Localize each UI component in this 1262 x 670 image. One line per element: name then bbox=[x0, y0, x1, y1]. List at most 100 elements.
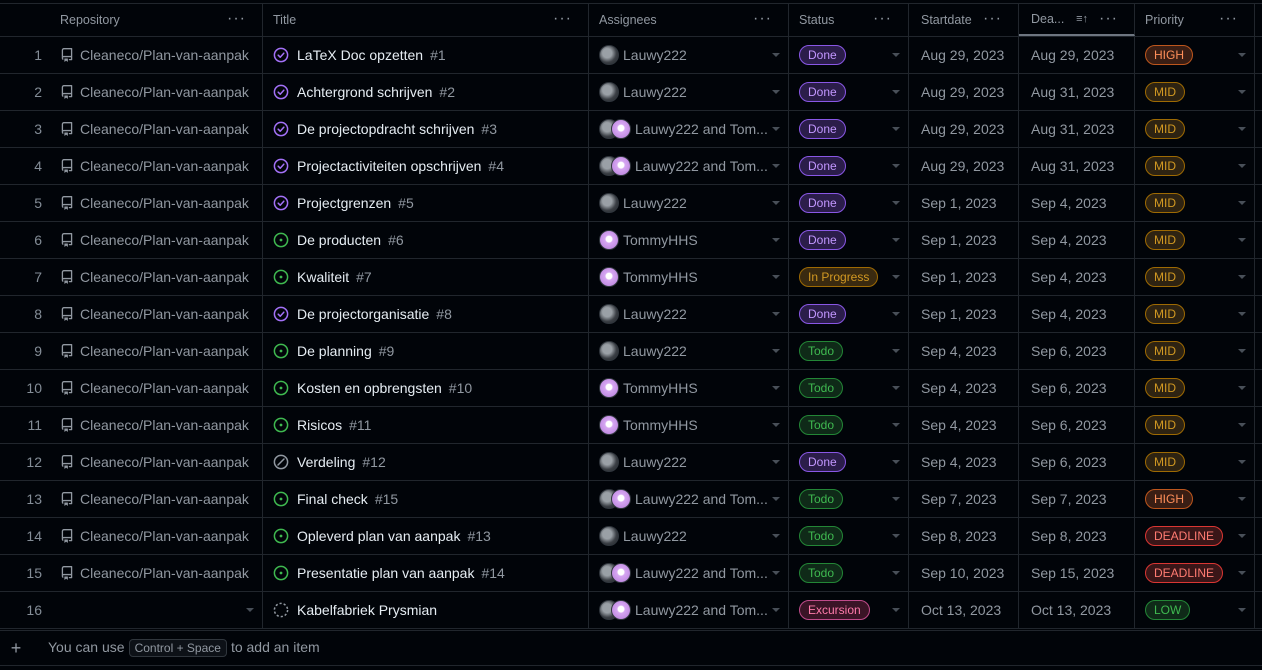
chevron-down-icon[interactable] bbox=[892, 312, 900, 316]
chevron-down-icon[interactable] bbox=[892, 571, 900, 575]
table-row[interactable]: 2 Cleaneco/Plan-van-aanpak Achtergrond sch… bbox=[0, 74, 1262, 111]
issue-title[interactable]: Projectgrenzen bbox=[297, 195, 391, 211]
chevron-down-icon[interactable] bbox=[772, 201, 780, 205]
deadline-cell[interactable]: Aug 29, 2023 bbox=[1019, 37, 1135, 73]
plus-icon[interactable]: + bbox=[6, 638, 26, 659]
title-cell[interactable]: Kosten en opbrengsten #10 bbox=[263, 370, 589, 406]
issue-title[interactable]: Opleverd plan van aanpak bbox=[297, 528, 460, 544]
chevron-down-icon[interactable] bbox=[892, 423, 900, 427]
issue-title[interactable]: Kabelfabriek Prysmian bbox=[297, 602, 437, 618]
table-row[interactable]: 16 Kabelfabriek Prysmian Lauwy222 and Tom.… bbox=[0, 592, 1262, 629]
priority-cell[interactable]: MID bbox=[1135, 111, 1255, 147]
priority-cell[interactable]: MID bbox=[1135, 333, 1255, 369]
assignees-cell[interactable]: Lauwy222 bbox=[589, 185, 789, 221]
priority-cell[interactable]: MID bbox=[1135, 222, 1255, 258]
chevron-down-icon[interactable] bbox=[772, 275, 780, 279]
status-cell[interactable]: Done bbox=[789, 222, 909, 258]
status-cell[interactable]: Todo bbox=[789, 518, 909, 554]
startdate-cell[interactable]: Sep 1, 2023 bbox=[909, 296, 1019, 332]
title-cell[interactable]: De projectorganisatie #8 bbox=[263, 296, 589, 332]
priority-cell[interactable]: LOW bbox=[1135, 592, 1255, 628]
repository-cell[interactable]: Cleaneco/Plan-van-aanpak bbox=[48, 148, 263, 184]
table-row[interactable]: 8 Cleaneco/Plan-van-aanpak De projectorgan… bbox=[0, 296, 1262, 333]
title-cell[interactable]: De planning #9 bbox=[263, 333, 589, 369]
startdate-cell[interactable]: Aug 29, 2023 bbox=[909, 148, 1019, 184]
header-deadline[interactable]: Dea... ≡↑ ··· bbox=[1019, 4, 1135, 36]
chevron-down-icon[interactable] bbox=[892, 386, 900, 390]
table-row[interactable]: 15 Cleaneco/Plan-van-aanpak Presentatie pl… bbox=[0, 555, 1262, 592]
status-cell[interactable]: Done bbox=[789, 74, 909, 110]
status-cell[interactable]: Todo bbox=[789, 333, 909, 369]
table-row[interactable]: 1 Cleaneco/Plan-van-aanpak LaTeX Doc opzet… bbox=[0, 37, 1262, 74]
deadline-cell[interactable]: Sep 4, 2023 bbox=[1019, 259, 1135, 295]
repository-cell[interactable]: Cleaneco/Plan-van-aanpak bbox=[48, 370, 263, 406]
deadline-cell[interactable]: Sep 6, 2023 bbox=[1019, 370, 1135, 406]
deadline-cell[interactable]: Sep 7, 2023 bbox=[1019, 481, 1135, 517]
status-cell[interactable]: Done bbox=[789, 444, 909, 480]
repository-cell[interactable]: Cleaneco/Plan-van-aanpak bbox=[48, 481, 263, 517]
startdate-cell[interactable]: Sep 10, 2023 bbox=[909, 555, 1019, 591]
startdate-cell[interactable]: Sep 8, 2023 bbox=[909, 518, 1019, 554]
chevron-down-icon[interactable] bbox=[892, 460, 900, 464]
column-menu-icon[interactable]: ··· bbox=[1099, 11, 1118, 27]
assignees-cell[interactable]: Lauwy222 bbox=[589, 333, 789, 369]
chevron-down-icon[interactable] bbox=[772, 534, 780, 538]
assignees-cell[interactable]: TommyHHS bbox=[589, 222, 789, 258]
priority-cell[interactable]: MID bbox=[1135, 296, 1255, 332]
chevron-down-icon[interactable] bbox=[772, 90, 780, 94]
status-cell[interactable]: Excursion bbox=[789, 592, 909, 628]
chevron-down-icon[interactable] bbox=[892, 497, 900, 501]
priority-cell[interactable]: DEADLINE bbox=[1135, 555, 1255, 591]
table-row[interactable]: 11 Cleaneco/Plan-van-aanpak Risicos #11 Tomm… bbox=[0, 407, 1262, 444]
repository-cell[interactable]: Cleaneco/Plan-van-aanpak bbox=[48, 259, 263, 295]
table-row[interactable]: 4 Cleaneco/Plan-van-aanpak Projectactivite… bbox=[0, 148, 1262, 185]
chevron-down-icon[interactable] bbox=[772, 164, 780, 168]
chevron-down-icon[interactable] bbox=[772, 460, 780, 464]
table-row[interactable]: 9 Cleaneco/Plan-van-aanpak De planning #9 La… bbox=[0, 333, 1262, 370]
priority-cell[interactable]: MID bbox=[1135, 185, 1255, 221]
startdate-cell[interactable]: Aug 29, 2023 bbox=[909, 37, 1019, 73]
deadline-cell[interactable]: Oct 13, 2023 bbox=[1019, 592, 1135, 628]
deadline-cell[interactable]: Aug 31, 2023 bbox=[1019, 148, 1135, 184]
chevron-down-icon[interactable] bbox=[1238, 275, 1246, 279]
title-cell[interactable]: Kwaliteit #7 bbox=[263, 259, 589, 295]
priority-cell[interactable]: MID bbox=[1135, 407, 1255, 443]
column-menu-icon[interactable]: ··· bbox=[553, 11, 572, 27]
chevron-down-icon[interactable] bbox=[1238, 386, 1246, 390]
chevron-down-icon[interactable] bbox=[1238, 90, 1246, 94]
table-row[interactable]: 13 Cleaneco/Plan-van-aanpak Final check #15… bbox=[0, 481, 1262, 518]
column-menu-icon[interactable]: ··· bbox=[227, 11, 246, 27]
priority-cell[interactable]: HIGH bbox=[1135, 37, 1255, 73]
table-row[interactable]: 12 Cleaneco/Plan-van-aanpak Verdeling #12 La… bbox=[0, 444, 1262, 481]
repository-cell[interactable]: Cleaneco/Plan-van-aanpak bbox=[48, 555, 263, 591]
title-cell[interactable]: Presentatie plan van aanpak #14 bbox=[263, 555, 589, 591]
chevron-down-icon[interactable] bbox=[1238, 164, 1246, 168]
chevron-down-icon[interactable] bbox=[892, 127, 900, 131]
assignees-cell[interactable]: Lauwy222 and Tom... bbox=[589, 555, 789, 591]
assignees-cell[interactable]: TommyHHS bbox=[589, 407, 789, 443]
chevron-down-icon[interactable] bbox=[892, 349, 900, 353]
status-cell[interactable]: Done bbox=[789, 111, 909, 147]
deadline-cell[interactable]: Aug 31, 2023 bbox=[1019, 74, 1135, 110]
header-priority[interactable]: Priority ··· bbox=[1135, 4, 1255, 36]
issue-title[interactable]: Kwaliteit bbox=[297, 269, 349, 285]
issue-title[interactable]: LaTeX Doc opzetten bbox=[297, 47, 423, 63]
title-cell[interactable]: Achtergrond schrijven #2 bbox=[263, 74, 589, 110]
chevron-down-icon[interactable] bbox=[1238, 534, 1246, 538]
chevron-down-icon[interactable] bbox=[892, 164, 900, 168]
add-item-bar[interactable]: + You can use Control + Space to add an it… bbox=[0, 630, 1262, 666]
startdate-cell[interactable]: Sep 1, 2023 bbox=[909, 185, 1019, 221]
status-cell[interactable]: Done bbox=[789, 37, 909, 73]
status-cell[interactable]: Todo bbox=[789, 407, 909, 443]
chevron-down-icon[interactable] bbox=[892, 201, 900, 205]
startdate-cell[interactable]: Sep 4, 2023 bbox=[909, 370, 1019, 406]
chevron-down-icon[interactable] bbox=[1238, 238, 1246, 242]
repository-cell[interactable]: Cleaneco/Plan-van-aanpak bbox=[48, 222, 263, 258]
assignees-cell[interactable]: Lauwy222 and Tom... bbox=[589, 481, 789, 517]
chevron-down-icon[interactable] bbox=[772, 238, 780, 242]
assignees-cell[interactable]: Lauwy222 bbox=[589, 74, 789, 110]
issue-title[interactable]: De producten bbox=[297, 232, 381, 248]
assignees-cell[interactable]: Lauwy222 and Tom... bbox=[589, 592, 789, 628]
startdate-cell[interactable]: Aug 29, 2023 bbox=[909, 111, 1019, 147]
header-title[interactable]: Title ··· bbox=[263, 4, 589, 36]
